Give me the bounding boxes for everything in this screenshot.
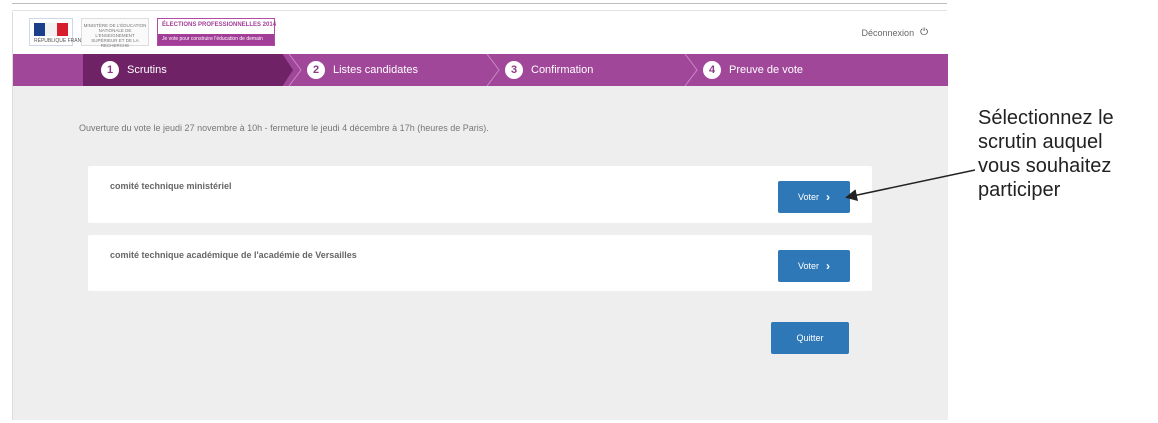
step-number: 3 bbox=[505, 61, 523, 79]
ministry-logo: MINISTÈRE DE L'ÉDUCATION NATIONALE DE L'… bbox=[81, 18, 149, 48]
vote-button[interactable]: Voter › bbox=[778, 250, 850, 282]
annotation-line: Sélectionnez le bbox=[978, 107, 1114, 129]
election-title: ÉLECTIONS PROFESSIONNELLES 2014 bbox=[162, 22, 277, 28]
step-label: Confirmation bbox=[531, 64, 594, 76]
top-divider-light bbox=[12, 10, 947, 11]
step-chevron-icon bbox=[285, 53, 305, 87]
step-confirmation: 3 Confirmation bbox=[505, 54, 593, 86]
ballot-title: comité technique ministériel bbox=[110, 181, 232, 191]
voting-period-text: Ouverture du vote le jeudi 27 novembre à… bbox=[79, 123, 489, 133]
step-label: Scrutins bbox=[127, 64, 167, 76]
vote-button-label: Voter bbox=[797, 192, 819, 202]
ballot-card: comité technique académique de l'académi… bbox=[88, 235, 872, 291]
logout-link[interactable]: Déconnexion ⏻ bbox=[862, 27, 928, 38]
power-icon: ⏻ bbox=[920, 27, 928, 38]
step-number: 2 bbox=[307, 61, 325, 79]
step-number: 4 bbox=[703, 61, 721, 79]
step-navigation: 1 Scrutins 2 Listes candidates 3 Confirm… bbox=[13, 53, 948, 87]
logout-label: Déconnexion bbox=[861, 27, 915, 38]
step-label: Listes candidates bbox=[333, 64, 418, 76]
election-badge: ÉLECTIONS PROFESSIONNELLES 2014 Je vote … bbox=[157, 18, 277, 46]
annotation-line: scrutin auquel bbox=[978, 131, 1103, 153]
step-number: 1 bbox=[101, 61, 119, 79]
step-listes-candidates: 2 Listes candidates bbox=[307, 54, 418, 86]
ballot-card: comité technique ministériel Voter › bbox=[88, 166, 872, 223]
flag-icon bbox=[34, 23, 68, 36]
step-label: Preuve de vote bbox=[729, 64, 803, 76]
step-chevron-icon bbox=[483, 53, 503, 87]
instruction-annotation: Sélectionnez le scrutin auquel vous souh… bbox=[978, 106, 1114, 202]
annotation-line: participer bbox=[978, 179, 1061, 201]
chevron-right-icon: › bbox=[826, 190, 830, 204]
ballot-title: comité technique académique de l'académi… bbox=[110, 250, 357, 260]
chevron-right-icon: › bbox=[826, 259, 830, 273]
step-scrutins: 1 Scrutins bbox=[101, 54, 167, 86]
republic-logo: RÉPUBLIQUE FRANÇAISE bbox=[29, 18, 96, 46]
vote-button[interactable]: Voter › bbox=[778, 181, 850, 213]
election-subtitle: Je vote pour construire l'éducation de d… bbox=[158, 34, 274, 45]
quit-button[interactable]: Quitter bbox=[771, 322, 849, 354]
step-preuve-de-vote: 4 Preuve de vote bbox=[703, 54, 803, 86]
top-divider bbox=[12, 3, 947, 4]
vote-button-label: Voter bbox=[797, 261, 819, 271]
app-window: RÉPUBLIQUE FRANÇAISE MINISTÈRE DE L'ÉDUC… bbox=[12, 12, 948, 420]
step-chevron-icon bbox=[681, 53, 701, 87]
annotation-line: vous souhaitez bbox=[978, 155, 1112, 177]
app-header: RÉPUBLIQUE FRANÇAISE MINISTÈRE DE L'ÉDUC… bbox=[13, 12, 948, 54]
